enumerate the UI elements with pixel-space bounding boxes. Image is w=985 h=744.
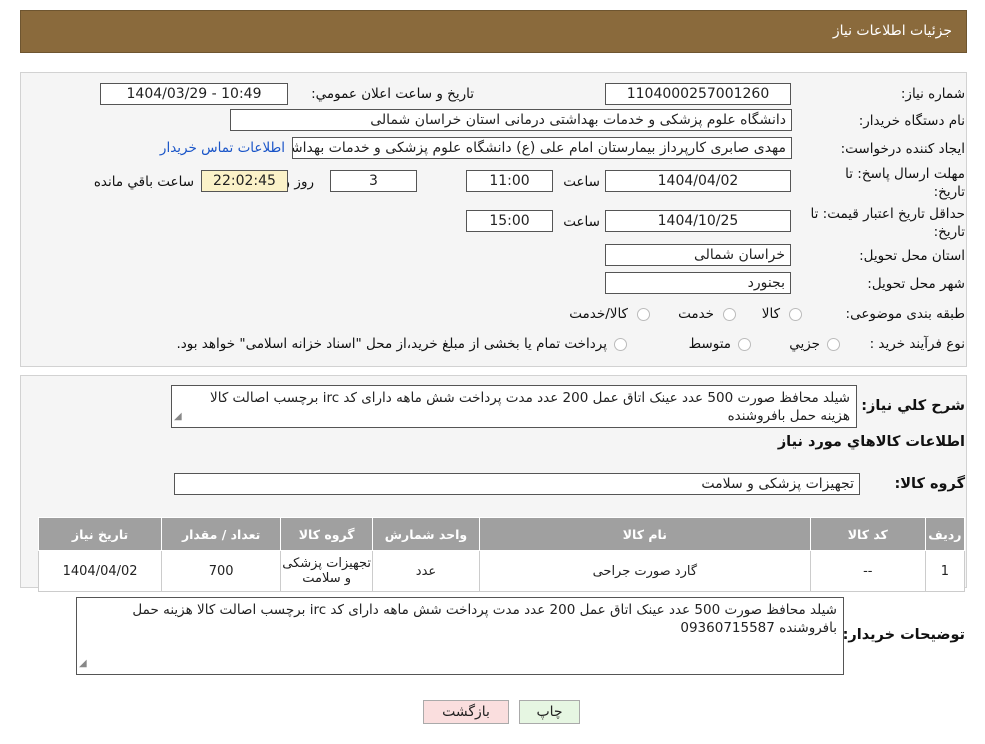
col-header-name: نام کالا: [478, 517, 811, 551]
col-header-date: تاریخ نیاز: [37, 517, 163, 551]
col-header-quantity: تعداد / مقدار: [161, 517, 282, 551]
need-number-field: 1104000257001260: [605, 83, 791, 105]
announce-field: 1404/03/29 - 10:49: [100, 83, 288, 105]
need-number-label: شماره نیاز:: [900, 86, 965, 102]
days-remaining-field: 3: [330, 170, 417, 192]
process-minor-label: جزيي: [789, 336, 820, 352]
category-goods-service-label: کالا/خدمت: [569, 306, 628, 322]
creator-label: ایجاد کننده درخواست:: [840, 141, 965, 157]
category-goods-service-radio[interactable]: [637, 308, 650, 321]
back-button[interactable]: بازگشت: [423, 700, 509, 724]
table-row: 1 -- گارد صورت جراحی عدد تجهیزات پزشکی و…: [37, 550, 966, 592]
page-title: جزئیات اطلاعات نیاز: [832, 23, 952, 39]
cell-group: تجهیزات پزشکی و سلامت: [280, 550, 374, 592]
group-field: تجهیزات پزشکی و سلامت: [174, 473, 860, 495]
items-heading: اطلاعات کالاهاي مورد نیاز: [777, 434, 965, 450]
announce-label: تاریخ و ساعت اعلان عمومي:: [311, 86, 474, 102]
province-field: خراسان شمالی: [605, 244, 791, 266]
buyer-notes-text: شیلد محافظ صورت 500 عدد عینک اتاق عمل 20…: [132, 602, 837, 636]
cell-name: گارد صورت جراحی: [478, 550, 811, 592]
cell-unit: عدد: [372, 550, 480, 592]
items-table: رديف کد کالا نام کالا واحد شمارش گروه کا…: [37, 517, 966, 592]
summary-text: شیلد محافظ صورت 500 عدد عینک اتاق عمل 20…: [210, 390, 850, 424]
buyer-notes-label: توضیحات خریدار:: [842, 627, 965, 643]
validity-time-field: 15:00: [466, 210, 553, 232]
category-goods-radio[interactable]: [789, 308, 802, 321]
buyer-org-field: دانشگاه علوم پزشکی و خدمات بهداشتی درمان…: [230, 109, 792, 131]
resize-grip-icon[interactable]: ◢: [174, 408, 182, 426]
page-header: جزئیات اطلاعات نیاز: [20, 10, 967, 53]
process-minor-radio[interactable]: [827, 338, 840, 351]
cell-quantity: 700: [161, 550, 282, 592]
cell-code: --: [809, 550, 926, 592]
validity-time-label: ساعت: [563, 214, 600, 230]
col-header-unit: واحد شمارش: [372, 517, 480, 551]
process-medium-radio[interactable]: [738, 338, 751, 351]
remaining-label: ساعت باقي مانده: [93, 174, 194, 190]
table-header-row: رديف کد کالا نام کالا واحد شمارش گروه کا…: [37, 517, 966, 551]
process-label: نوع فرآیند خرید :: [869, 336, 965, 352]
col-header-row: رديف: [924, 517, 966, 551]
cell-row: 1: [924, 550, 966, 592]
group-label: گروه کالا:: [894, 476, 965, 492]
summary-textarea[interactable]: شیلد محافظ صورت 500 عدد عینک اتاق عمل 20…: [171, 385, 857, 428]
contact-buyer-link[interactable]: اطلاعات تماس خریدار: [160, 140, 285, 156]
days-label: روز و: [283, 174, 314, 190]
deadline-time-label: ساعت: [563, 174, 600, 190]
province-label: استان محل تحویل:: [859, 248, 965, 264]
col-header-group: گروه کالا: [280, 517, 374, 551]
buyer-notes-textarea[interactable]: شیلد محافظ صورت 500 عدد عینک اتاق عمل 20…: [76, 597, 844, 675]
treasury-payment-checkbox[interactable]: [614, 338, 627, 351]
deadline-label: مهلت ارسال پاسخ: تا تاریخ:: [845, 166, 965, 200]
validity-date-field: 1404/10/25: [605, 210, 791, 232]
category-goods-label: کالا: [761, 306, 780, 322]
category-service-radio[interactable]: [723, 308, 736, 321]
deadline-time-field: 11:00: [466, 170, 553, 192]
col-header-code: کد کالا: [809, 517, 926, 551]
process-medium-label: متوسط: [688, 336, 731, 352]
validity-label: حداقل تاریخ اعتبار قیمت: تا تاریخ:: [810, 206, 965, 240]
category-service-label: خدمت: [678, 306, 714, 322]
summary-label: شرح کلي نیاز:: [861, 398, 965, 414]
deadline-date-field: 1404/04/02: [605, 170, 791, 192]
resize-grip-icon[interactable]: ◢: [79, 655, 87, 673]
city-field: بجنورد: [605, 272, 791, 294]
remaining-time-field: 22:02:45: [201, 170, 288, 192]
cell-date: 1404/04/02: [37, 550, 163, 592]
print-button[interactable]: چاپ: [519, 700, 580, 724]
buyer-org-label: نام دستگاه خریدار:: [858, 113, 965, 129]
city-label: شهر محل تحویل:: [867, 276, 965, 292]
treasury-note: پرداخت تمام یا بخشی از مبلغ خرید،از محل …: [176, 336, 607, 352]
category-label: طبقه بندی موضوعی:: [845, 306, 965, 322]
creator-field: مهدی صابری کارپرداز بیمارستان امام علی (…: [292, 137, 792, 159]
